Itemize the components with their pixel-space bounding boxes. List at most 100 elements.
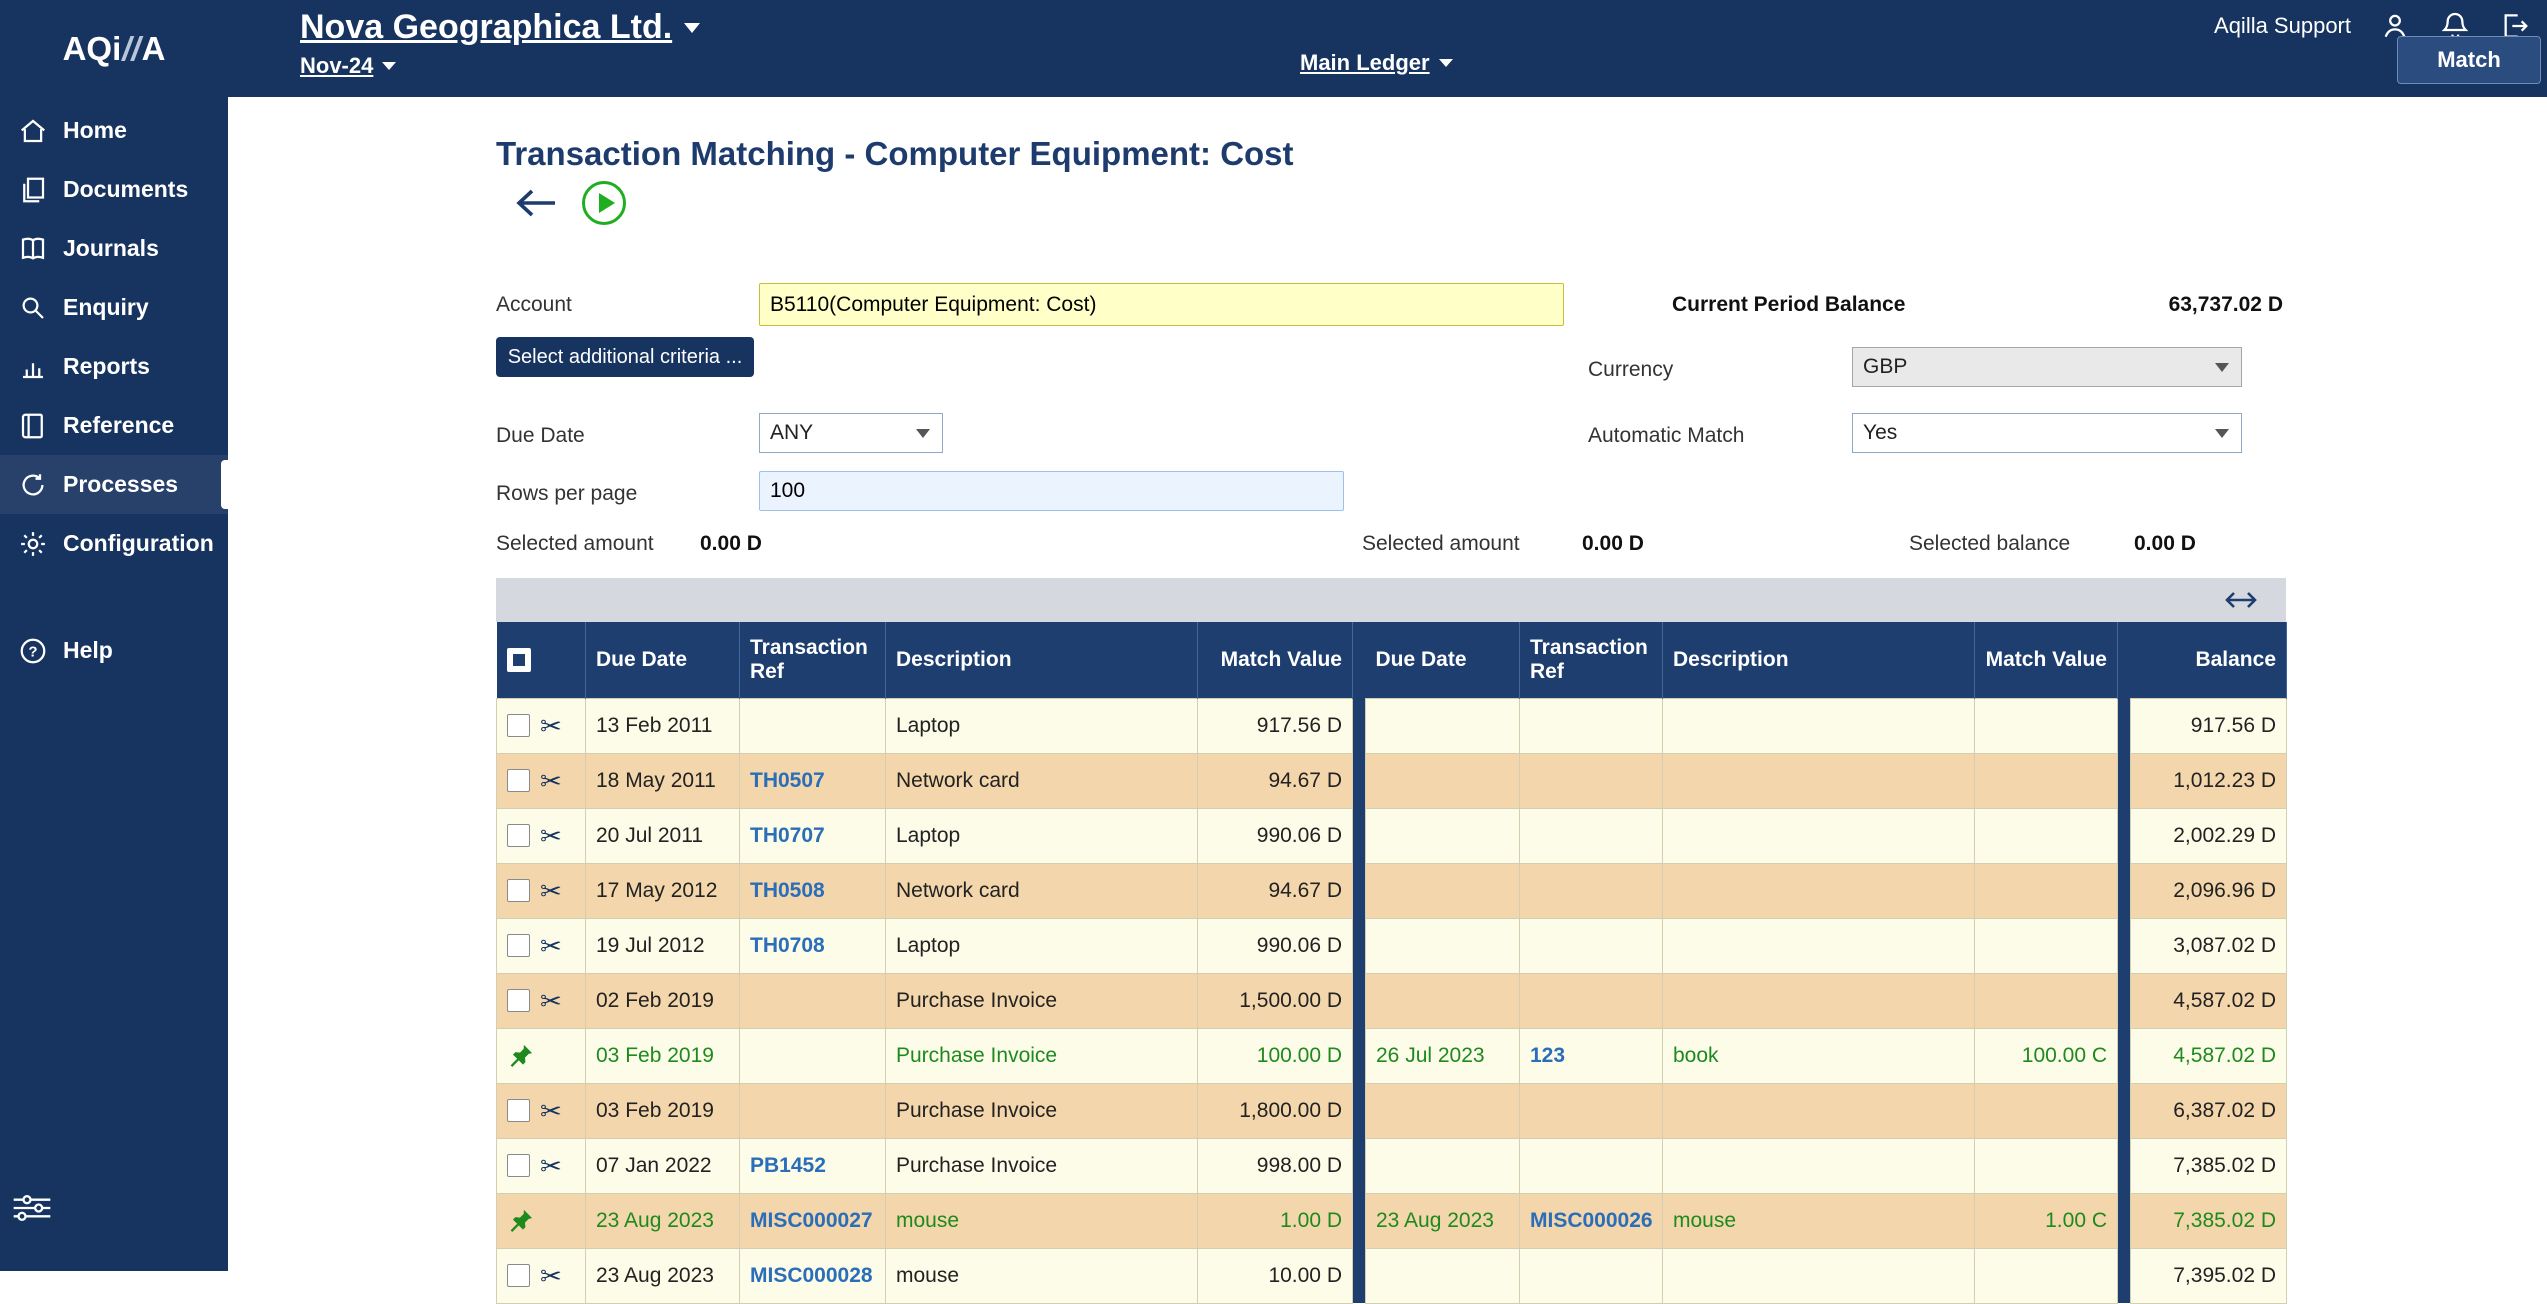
ledger-selector[interactable]: Main Ledger [1300,50,1430,76]
table-row: ✂ 23 Aug 2023 MISC000027 mouse 1.00 D 23… [497,1193,2287,1248]
logo-text-end: A [142,30,166,68]
transaction-ref-link[interactable] [740,1028,886,1083]
app-window: Nova Geographica Ltd. Nov-24 Main Ledger… [0,0,2547,1271]
scissors-icon[interactable]: ✂ [540,933,562,959]
logo-slashes: // [121,30,141,68]
transaction-ref-link[interactable] [740,698,886,753]
col-transaction-ref: Transaction Ref [740,622,886,698]
automatic-match-select[interactable]: Yes [1852,413,2242,453]
transaction-ref-link[interactable]: MISC000028 [740,1248,886,1303]
transaction-ref-link[interactable]: MISC000027 [740,1193,886,1248]
row-checkbox[interactable] [507,1099,530,1122]
sidebar-item-reports[interactable]: Reports [0,337,228,396]
scissors-icon[interactable]: ✂ [540,878,562,904]
row-select-cell: ✂ [497,698,586,753]
transaction-ref-link-right[interactable] [1520,973,1663,1028]
row-checkbox[interactable] [507,934,530,957]
due-date-cell: 19 Jul 2012 [586,918,740,973]
match-button[interactable]: Match [2397,36,2541,84]
transaction-ref-link-right[interactable] [1520,808,1663,863]
transaction-ref-link[interactable]: PB1452 [740,1138,886,1193]
rows-per-page-input[interactable] [759,471,1344,511]
row-checkbox[interactable] [507,1154,530,1177]
sidebar-item-configuration[interactable]: Configuration [0,514,228,573]
sidebar-item-journals[interactable]: Journals [0,219,228,278]
select-all-checkbox[interactable] [507,648,531,672]
transaction-ref-link-right[interactable] [1520,698,1663,753]
transaction-ref-link-right[interactable] [1520,1083,1663,1138]
transaction-ref-link-right[interactable] [1520,1138,1663,1193]
due-date-cell: 03 Feb 2019 [586,1028,740,1083]
table-header-row: Due Date Transaction Ref Description Mat… [497,622,2287,698]
due-date-select[interactable]: ANY [759,413,943,453]
expand-horizontal-icon[interactable] [2222,587,2260,613]
filter-sliders-icon[interactable] [12,1193,52,1223]
scissors-icon[interactable]: ✂ [540,988,562,1014]
pin-icon[interactable] [507,1207,535,1235]
sidebar: AQi//A Home Documents Journals Enquiry R… [0,0,228,1271]
due-date-cell-right: 26 Jul 2023 [1366,1028,1520,1083]
description-cell: Purchase Invoice [886,973,1198,1028]
row-checkbox[interactable] [507,769,530,792]
transaction-ref-link[interactable]: TH0708 [740,918,886,973]
company-selector[interactable]: Nova Geographica Ltd. [300,8,672,47]
transaction-ref-link-right[interactable] [1520,863,1663,918]
row-checkbox[interactable] [507,714,530,737]
transaction-ref-link-right[interactable]: MISC000026 [1520,1193,1663,1248]
pin-icon[interactable] [507,1042,535,1070]
row-checkbox[interactable] [507,824,530,847]
main-content: Transaction Matching - Computer Equipmen… [228,97,2547,1271]
transaction-ref-link[interactable] [740,973,886,1028]
due-date-cell-right [1366,973,1520,1028]
row-checkbox[interactable] [507,989,530,1012]
chevron-down-icon [382,62,396,70]
transaction-ref-link[interactable]: TH0707 [740,808,886,863]
table-row: ✂ 03 Feb 2019 Purchase Invoice 100.00 D … [497,1028,2287,1083]
col-description: Description [886,622,1198,698]
row-select-cell: ✂ [497,808,586,863]
match-value-cell-right [1975,753,2118,808]
match-value-cell: 100.00 D [1198,1028,1353,1083]
scissors-icon[interactable]: ✂ [540,1153,562,1179]
column-separator [1353,1138,1366,1193]
due-date-cell: 03 Feb 2019 [586,1083,740,1138]
run-button[interactable] [582,181,626,225]
match-value-cell-right: 1.00 C [1975,1193,2118,1248]
scissors-icon[interactable]: ✂ [540,1263,562,1289]
transaction-ref-link-right[interactable] [1520,753,1663,808]
account-input[interactable] [759,283,1564,326]
sidebar-item-home[interactable]: Home [0,101,228,160]
description-cell: Purchase Invoice [886,1138,1198,1193]
scissors-icon[interactable]: ✂ [540,823,562,849]
match-value-cell: 990.06 D [1198,918,1353,973]
sidebar-item-enquiry[interactable]: Enquiry [0,278,228,337]
period-selector[interactable]: Nov-24 [300,53,373,79]
sidebar-item-documents[interactable]: Documents [0,160,228,219]
app-logo[interactable]: AQi//A [0,0,228,97]
select-additional-criteria-button[interactable]: Select additional criteria ... [496,337,754,377]
description-cell-right [1663,863,1975,918]
sidebar-item-reference[interactable]: Reference [0,396,228,455]
due-date-cell: 20 Jul 2011 [586,808,740,863]
sidebar-item-help[interactable]: ? Help [0,621,228,680]
due-date-cell-right [1366,1138,1520,1193]
transaction-ref-link-right[interactable]: 123 [1520,1028,1663,1083]
transaction-ref-link-right[interactable] [1520,918,1663,973]
balance-cell: 6,387.02 D [2131,1083,2287,1138]
selected-balance-label: Selected balance [1909,532,2070,556]
transaction-ref-link[interactable]: TH0507 [740,753,886,808]
support-link[interactable]: Aqilla Support [2214,13,2351,39]
currency-select[interactable]: GBP [1852,347,2242,387]
match-value-cell-right [1975,698,2118,753]
row-checkbox[interactable] [507,879,530,902]
back-arrow-icon[interactable] [512,186,558,220]
row-checkbox[interactable] [507,1264,530,1287]
transaction-ref-link[interactable] [740,1083,886,1138]
transaction-ref-link[interactable]: TH0508 [740,863,886,918]
transaction-ref-link-right[interactable] [1520,1248,1663,1303]
sidebar-item-processes[interactable]: Processes [0,455,228,514]
match-value-cell: 1,800.00 D [1198,1083,1353,1138]
scissors-icon[interactable]: ✂ [540,768,562,794]
scissors-icon[interactable]: ✂ [540,1098,562,1124]
scissors-icon[interactable]: ✂ [540,713,562,739]
